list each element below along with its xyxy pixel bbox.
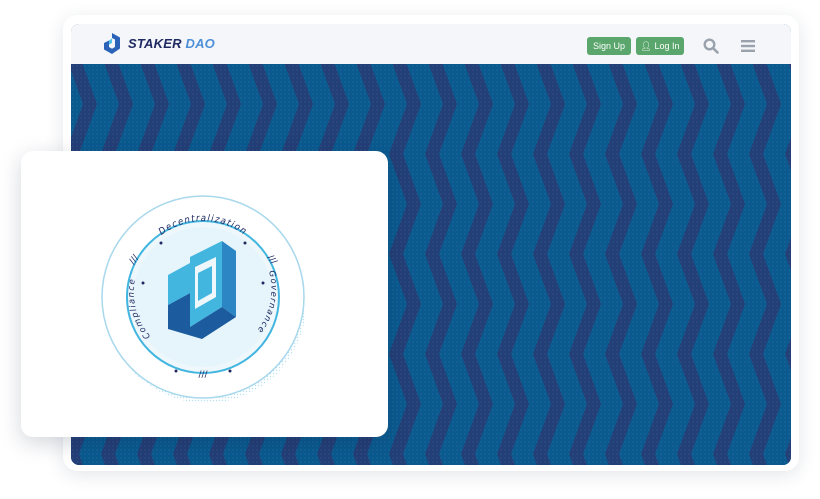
badge-seal: Decentralization Governance Compliance /… bbox=[101, 195, 306, 403]
hamburger-menu-icon[interactable] bbox=[738, 36, 758, 56]
user-icon: 👤︎ bbox=[640, 41, 652, 51]
badge-mark-bottom: /// bbox=[198, 370, 208, 380]
search-icon[interactable] bbox=[701, 36, 721, 56]
sign-up-button[interactable]: Sign Up bbox=[587, 37, 631, 55]
log-in-button[interactable]: 👤︎ Log In bbox=[636, 37, 684, 55]
site-header: STAKER DAO Sign Up 👤︎ Log In bbox=[71, 24, 791, 64]
badge-card: Decentralization Governance Compliance /… bbox=[21, 151, 388, 437]
log-in-label: Log In bbox=[654, 41, 680, 51]
logo-word-staker: STAKER bbox=[128, 36, 182, 51]
logo-word-dao: DAO bbox=[185, 36, 215, 51]
site-logo[interactable]: STAKER DAO bbox=[103, 33, 215, 54]
stakerdao-logo-icon bbox=[104, 33, 120, 54]
